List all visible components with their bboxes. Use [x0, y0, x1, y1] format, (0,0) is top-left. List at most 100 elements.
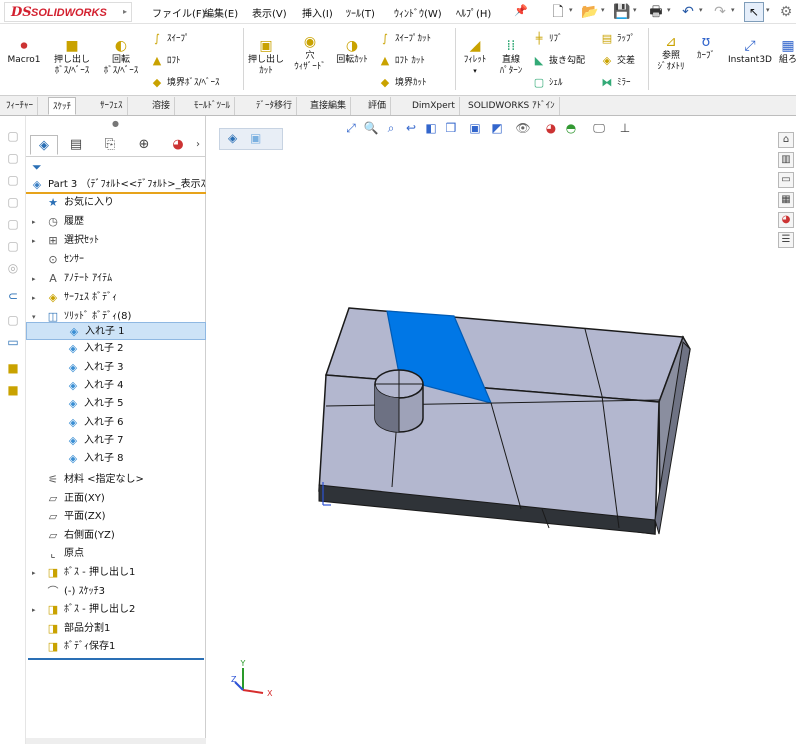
rollback-bar[interactable] — [28, 658, 204, 660]
filter-icon[interactable]: ⏷ — [32, 160, 42, 175]
wrap-button[interactable]: ▤ ﾗｯﾌﾟ — [600, 32, 635, 46]
redo-dropdown-icon[interactable]: ▾ — [731, 6, 735, 14]
toolbar-icon-1[interactable]: ▢ — [5, 128, 21, 144]
solid-body-item[interactable]: ◈ 入れ子 3 — [26, 359, 206, 377]
toolbar-icon-9[interactable]: ▢ — [5, 312, 21, 328]
tree-item[interactable]: ▸ ◨ ﾎﾞｽ - 押し出し2 — [26, 601, 206, 619]
curve-tool-icon[interactable]: ⊂ — [5, 288, 21, 304]
tree-item[interactable]: ◨ 部品分割1 — [26, 620, 206, 638]
toolbar-icon-2[interactable]: ▢ — [5, 150, 21, 166]
undo-dropdown-icon[interactable]: ▾ — [699, 6, 703, 14]
fillet-dropdown-icon[interactable]: ▾ — [458, 66, 492, 77]
tab-direct-editing[interactable]: 直接編集 — [306, 97, 352, 115]
tree-item[interactable]: ▸ ◈ ｻｰﾌｪｽ ﾎﾞﾃﾞｨ — [26, 289, 206, 307]
panel-grip-icon[interactable]: ● — [112, 119, 119, 128]
loft-cut-button[interactable]: ▲ ﾛﾌﾄ ｶｯﾄ — [378, 54, 425, 68]
linear-pattern-button[interactable]: ⁞⁞ 直線 ﾊﾟﾀｰﾝ — [494, 38, 528, 77]
split-body-icon[interactable]: ■ — [5, 382, 21, 398]
configuration-manager-tab-icon[interactable]: ⎘ — [96, 135, 124, 155]
fillet-button[interactable]: ◢ ﾌｨﾚｯﾄ ▾ — [458, 38, 492, 77]
new-document-icon[interactable]: 🗋 — [548, 3, 568, 21]
undo-icon[interactable]: ↶ — [678, 3, 698, 21]
assembly-button[interactable]: ▦ 組ろ — [778, 38, 796, 66]
tab-weldments[interactable]: 溶接 — [148, 97, 176, 115]
tree-item[interactable]: ▸ ◨ ﾎﾞｽ - 押し出し1 — [26, 564, 206, 582]
solid-body-item[interactable]: ◈ 入れ子 1 — [26, 322, 206, 340]
panel-more-icon[interactable]: › — [192, 135, 204, 155]
select-arrow-icon[interactable]: ↖ — [744, 2, 764, 22]
instant3d-button[interactable]: ⤢ Instant3D — [726, 38, 774, 66]
display-icon[interactable]: ▭ — [5, 334, 21, 350]
revolve-cut-button[interactable]: ◑ 回転ｶｯﾄ — [332, 38, 372, 66]
solid-body-item[interactable]: ◈ 入れ子 8 — [26, 450, 206, 468]
print-icon[interactable]: 🖶 — [646, 3, 666, 21]
tree-item[interactable]: ⊙ ｾﾝｻｰ — [26, 251, 206, 269]
tree-item[interactable]: ⌞ 原点 — [26, 545, 206, 563]
toolbar-icon-3[interactable]: ▢ — [5, 172, 21, 188]
shell-button[interactable]: ▢ ｼｪﾙ — [532, 76, 563, 90]
save-dropdown-icon[interactable]: ▾ — [633, 6, 637, 14]
tree-item[interactable]: ▸ ◷ 履歴 — [26, 213, 206, 231]
tab-data-migration[interactable]: ﾃﾞｰﾀ移行 — [252, 97, 298, 115]
tree-item[interactable]: ⌒ (-) ｽｹｯﾁ3 — [26, 583, 206, 601]
tab-mold-tools[interactable]: ﾓｰﾙﾄﾞﾂｰﾙ — [190, 97, 236, 115]
property-manager-tab-icon[interactable]: ▤ — [62, 135, 90, 155]
macro-button[interactable]: ⏺ Macro1 — [6, 38, 42, 66]
expand-arrow-icon[interactable]: ▸ — [32, 270, 36, 288]
tree-item[interactable]: ▱ 正面(XY) — [26, 490, 206, 508]
select-dropdown-icon[interactable]: ▾ — [766, 6, 770, 14]
model-view[interactable]: Y X Z — [207, 116, 796, 744]
solidworks-logo[interactable]: DS SOLIDWORKS ▸ — [4, 2, 132, 22]
rib-button[interactable]: ╪ ﾘﾌﾞ — [532, 32, 563, 46]
open-dropdown-icon[interactable]: ▾ — [601, 6, 605, 14]
tree-item[interactable]: ◨ ﾎﾞﾃﾞｨ保存1 — [26, 638, 206, 656]
menu-tools[interactable]: ﾂｰﾙ(T) — [346, 5, 375, 20]
menu-insert[interactable]: 挿入(I) — [302, 5, 333, 20]
tab-addins[interactable]: SOLIDWORKS ｱﾄﾞｲﾝ — [464, 97, 560, 115]
toolbar-icon-5[interactable]: ▢ — [5, 216, 21, 232]
open-icon[interactable]: 📂 — [580, 3, 600, 21]
dimxpert-tab-icon[interactable]: ⊕ — [130, 135, 158, 155]
solid-body-item[interactable]: ◈ 入れ子 6 — [26, 414, 206, 432]
rebuild-icon[interactable]: ⚙ — [776, 3, 796, 21]
menu-file[interactable]: ファイル(F) — [152, 5, 206, 20]
pin-icon[interactable]: 📌 — [514, 4, 528, 17]
expand-arrow-icon[interactable]: ▸ — [32, 289, 36, 307]
solid-body-item[interactable]: ◈ 入れ子 7 — [26, 432, 206, 450]
draft-button[interactable]: ◣ 抜き勾配 — [532, 54, 585, 68]
menu-edit[interactable]: 編集(E) — [204, 5, 238, 20]
hole-wizard-button[interactable]: ◉ 穴 ｳｨｻﾞｰﾄﾞ — [290, 34, 330, 73]
expand-arrow-icon[interactable]: ▸ — [32, 601, 36, 619]
menu-window[interactable]: ｳｨﾝﾄﾞｳ(W) — [394, 5, 442, 20]
expand-arrow-icon[interactable]: ▸ — [32, 213, 36, 231]
boundary-cut-button[interactable]: ◆ 境界ｶｯﾄ — [378, 76, 427, 90]
save-body-icon[interactable]: ■ — [5, 360, 21, 376]
print-dropdown-icon[interactable]: ▾ — [667, 6, 671, 14]
tab-evaluate[interactable]: 評価 — [364, 97, 392, 115]
solid-body-item[interactable]: ◈ 入れ子 2 — [26, 340, 206, 358]
menu-view[interactable]: 表示(V) — [252, 5, 287, 20]
tree-item[interactable]: ▱ 平面(ZX) — [26, 508, 206, 526]
save-icon[interactable]: 💾 — [612, 3, 632, 21]
tab-surfaces[interactable]: ｻｰﾌｪｽ — [96, 97, 128, 115]
menu-help[interactable]: ﾍﾙﾌﾟ(H) — [456, 5, 491, 20]
graphics-area[interactable]: ◈ ▣ ⤢ 🔍 ⌕ ↩ ◧ ❒ ▣ ◩ 👁 ◕ ◓ 🖵 ⊥ ⌂ ▥ ▭ ▦ ◕ … — [207, 116, 796, 744]
expand-arrow-icon[interactable]: ▸ — [32, 232, 36, 250]
sweep-cut-button[interactable]: ∫ ｽｲｰﾌﾟｶｯﾄ — [378, 32, 431, 46]
tab-features[interactable]: ﾌｨｰﾁｬｰ — [2, 97, 39, 115]
sweep-button[interactable]: ∫ ｽｲｰﾌﾟ — [150, 32, 189, 46]
toolbar-icon-6[interactable]: ▢ — [5, 238, 21, 254]
new-dropdown-icon[interactable]: ▾ — [569, 6, 573, 14]
tree-root[interactable]: ◈ Part 3 （ﾃﾞﾌｫﾙﾄ<<ﾃﾞﾌｫﾙﾄ>_表示ｽ — [26, 176, 206, 194]
redo-icon[interactable]: ↷ — [710, 3, 730, 21]
extrude-cut-button[interactable]: ▣ 押し出し ｶｯﾄ — [246, 38, 286, 77]
toolbar-icon-7[interactable]: ◎ — [5, 260, 21, 276]
tree-item[interactable]: ▱ 右側面(YZ) — [26, 527, 206, 545]
tree-item[interactable]: ▸ A ｱﾉﾃｰﾄ ｱｲﾃﾑ — [26, 270, 206, 288]
tree-item[interactable]: ★ お気に入り — [26, 194, 206, 212]
intersect-button[interactable]: ◈ 交差 — [600, 54, 635, 68]
tab-dimxpert[interactable]: DimXpert — [408, 97, 460, 115]
reference-geometry-button[interactable]: ⊿ 参照 ｼﾞｵﾒﾄﾘ — [652, 34, 690, 73]
loft-button[interactable]: ▲ ﾛﾌﾄ — [150, 54, 181, 68]
expand-arrow-icon[interactable]: ▸ — [32, 564, 36, 582]
